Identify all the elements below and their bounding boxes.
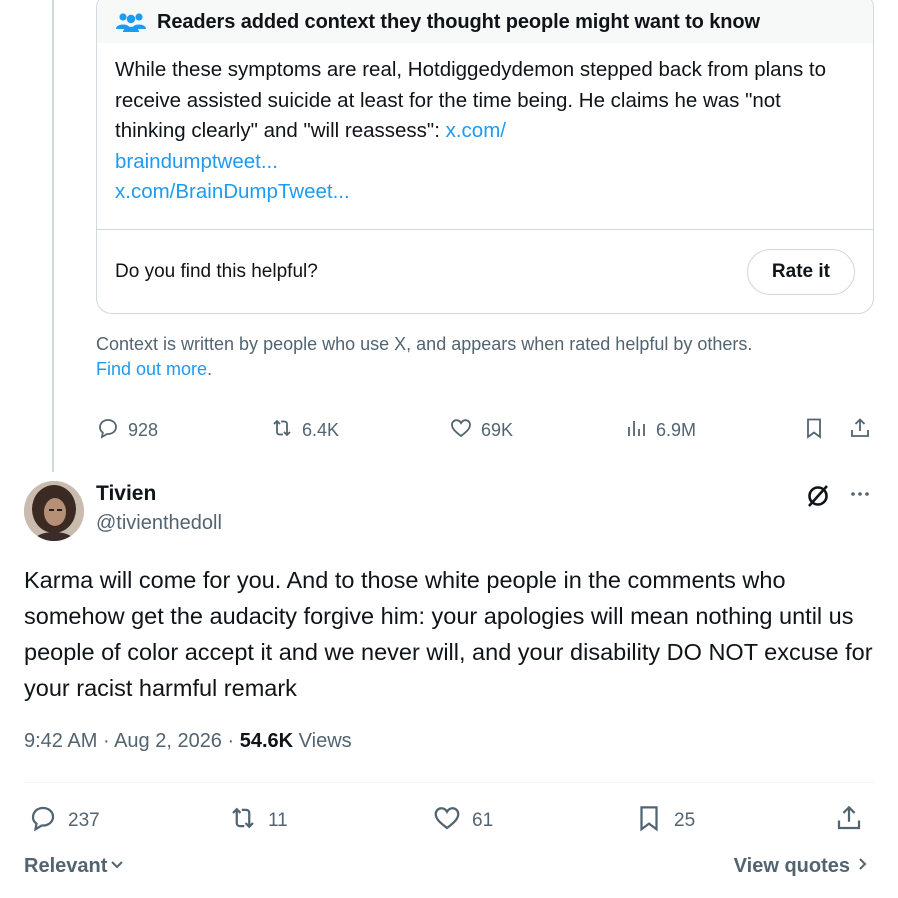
chevron-right-icon	[854, 855, 870, 878]
views-button[interactable]: 6.9M	[624, 416, 696, 445]
reply-icon	[28, 803, 58, 839]
context-disclaimer-text: Context is written by people who use X, …	[96, 334, 753, 354]
view-quotes-label: View quotes	[733, 855, 850, 877]
repost-count: 6.4K	[302, 420, 340, 440]
note-link-1[interactable]: x.com/	[446, 119, 506, 142]
repost-button[interactable]: 11	[228, 803, 288, 839]
like-icon	[449, 416, 473, 445]
grok-icon[interactable]	[804, 482, 832, 510]
parent-tweet-actions: 928 6.4K 69K 6.9M	[96, 416, 878, 450]
sort-label: Relevant	[24, 855, 108, 877]
community-note-body: While these symptoms are real, Hotdigged…	[97, 43, 873, 208]
avatar[interactable]	[24, 481, 84, 541]
author-name[interactable]: Tivien	[96, 482, 156, 506]
reply-button[interactable]: 928	[96, 416, 158, 445]
find-out-more-period: .	[207, 359, 213, 379]
note-rating-row: Do you find this helpful? Rate it	[97, 230, 873, 313]
community-note-title: Readers added context they thought peopl…	[157, 10, 760, 33]
tweet-metadata: 9:42 AM · Aug 2, 2026 · 54.6K Views	[24, 730, 352, 753]
reply-icon	[96, 416, 120, 445]
rate-it-button[interactable]: Rate it	[746, 249, 855, 295]
views-icon	[624, 416, 648, 445]
share-button[interactable]	[834, 803, 864, 839]
repost-count: 11	[268, 810, 288, 831]
share-icon	[834, 803, 864, 839]
more-icon[interactable]	[848, 482, 872, 506]
thread-connector-line	[52, 0, 54, 472]
sort-replies-dropdown[interactable]: Relevant	[24, 855, 125, 878]
author-handle[interactable]: @tivienthedoll	[96, 512, 222, 535]
like-button[interactable]: 69K	[449, 416, 513, 445]
repost-icon	[228, 803, 258, 839]
reply-count: 237	[68, 810, 100, 831]
meta-separator: ·	[97, 730, 115, 752]
views-label: Views	[293, 730, 352, 752]
views-count: 6.9M	[656, 420, 697, 440]
tweet-time[interactable]: 9:42 AM	[24, 730, 97, 752]
reply-button[interactable]: 237	[28, 803, 100, 839]
view-quotes-link[interactable]: View quotes	[734, 855, 870, 878]
bookmark-button[interactable]: 25	[634, 803, 695, 839]
repost-icon	[270, 416, 294, 445]
context-disclaimer: Context is written by people who use X, …	[96, 332, 856, 382]
note-link-2[interactable]: x.com/BrainDumpTweet...	[115, 177, 855, 208]
note-link-1-continued[interactable]: braindumptweet...	[115, 147, 855, 178]
bookmark-icon	[802, 416, 826, 445]
views-total: 54.6K	[239, 730, 294, 752]
community-note-header: Readers added context they thought peopl…	[97, 0, 873, 43]
tweet-date[interactable]: Aug 2, 2026	[114, 730, 222, 752]
like-icon	[432, 803, 462, 839]
bookmark-count: 25	[674, 810, 696, 831]
bookmark-button[interactable]	[802, 416, 826, 445]
share-icon	[848, 416, 872, 445]
find-out-more-link[interactable]: Find out more	[96, 359, 207, 379]
bookmark-icon	[634, 803, 664, 839]
tweet-text: Karma will come for you. And to those wh…	[24, 567, 873, 701]
like-button[interactable]: 61	[432, 803, 493, 839]
repost-button[interactable]: 6.4K	[270, 416, 339, 445]
like-count: 61	[472, 810, 494, 831]
share-button[interactable]	[848, 416, 872, 445]
reply-tweet-actions: 237 11 61 25	[24, 803, 874, 839]
actions-divider	[24, 782, 874, 783]
community-note-card: Readers added context they thought peopl…	[96, 0, 874, 314]
helpful-question: Do you find this helpful?	[115, 261, 318, 282]
like-count: 69K	[481, 420, 514, 440]
reply-count: 928	[128, 420, 159, 440]
chevron-down-icon	[109, 855, 125, 878]
meta-separator: ·	[221, 730, 240, 752]
people-icon	[115, 11, 147, 33]
